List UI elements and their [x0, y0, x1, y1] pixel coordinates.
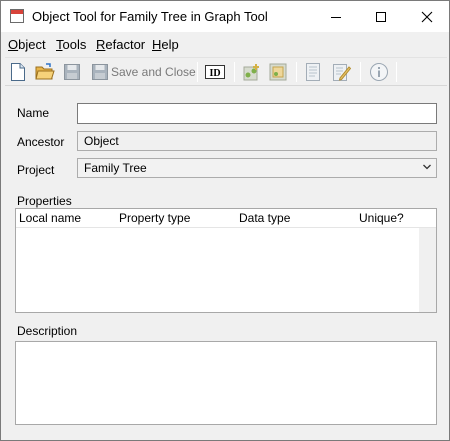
window-title: Object Tool for Family Tree in Graph Too…	[32, 9, 268, 24]
info-button[interactable]	[368, 61, 390, 83]
toolbar-separator	[296, 62, 297, 82]
new-document-icon	[11, 63, 25, 81]
menu-refactor-mnemonic: R	[96, 37, 106, 52]
id-icon: ID	[205, 65, 225, 79]
menu-tools[interactable]: Tools	[56, 37, 86, 52]
minimize-icon	[330, 16, 341, 18]
column-header-data-type[interactable]: Data type	[239, 211, 290, 225]
minimize-button[interactable]	[313, 1, 358, 32]
close-icon	[421, 11, 432, 22]
open-folder-icon	[35, 63, 55, 80]
description-label: Description	[17, 324, 78, 338]
id-icon-text: ID	[209, 68, 220, 79]
menu-object[interactable]: Object	[8, 37, 46, 52]
name-input[interactable]	[77, 103, 437, 124]
name-label: Name	[17, 106, 50, 120]
save-and-close-icon-button[interactable]	[89, 61, 111, 83]
save-icon	[64, 64, 80, 80]
title-bar[interactable]: Object Tool for Family Tree in Graph Too…	[1, 1, 449, 32]
ancestor-label: Ancestor	[17, 135, 65, 149]
menu-bar: Object Tools Refactor Help	[1, 34, 449, 54]
toolbar-separator	[234, 62, 235, 82]
maximize-icon	[375, 11, 386, 22]
menu-object-mnemonic: O	[8, 37, 19, 52]
project-select-value: Family Tree	[84, 161, 147, 175]
object-tool-window: Object Tool for Family Tree in Graph Too…	[0, 0, 450, 441]
menu-tools-rest: ools	[62, 37, 87, 52]
open-button[interactable]	[34, 61, 56, 83]
ancestor-field: Object	[77, 131, 437, 151]
column-header-unique[interactable]: Unique?	[359, 211, 404, 225]
menu-help-mnemonic: H	[152, 37, 162, 52]
properties-scrollbar[interactable]	[419, 228, 436, 312]
menu-refactor-rest: efactor	[105, 37, 146, 52]
column-header-local-name[interactable]: Local name	[19, 211, 81, 225]
project-label: Project	[17, 163, 55, 177]
description-textarea[interactable]	[15, 341, 437, 425]
edit-document-button[interactable]	[330, 61, 352, 83]
chevron-down-icon	[422, 161, 432, 176]
document-button[interactable]	[302, 61, 324, 83]
toolbar-separator	[360, 62, 361, 82]
info-icon	[370, 63, 388, 81]
toolbar-separator	[197, 62, 198, 82]
menu-help[interactable]: Help	[152, 37, 179, 52]
app-icon	[10, 9, 24, 23]
menu-object-rest: bject	[18, 37, 46, 52]
edit-document-icon	[333, 64, 351, 81]
save-and-close-button[interactable]: Save and Close	[111, 65, 196, 79]
close-button[interactable]	[404, 1, 449, 32]
new-button[interactable]	[7, 61, 29, 83]
document-icon	[306, 63, 320, 81]
properties-table[interactable]: Local name Property type Data type Uniqu…	[15, 208, 437, 313]
save-button[interactable]	[61, 61, 83, 83]
graph-add-button[interactable]	[241, 61, 263, 83]
graph-edit-icon	[269, 63, 287, 81]
column-header-property-type[interactable]: Property type	[119, 211, 190, 225]
save-and-close-icon	[92, 64, 108, 80]
maximize-button[interactable]	[358, 1, 403, 32]
menu-help-rest: elp	[161, 37, 179, 52]
menu-refactor[interactable]: Refactor	[96, 37, 145, 52]
id-button[interactable]: ID	[203, 61, 227, 83]
graph-edit-button[interactable]	[267, 61, 289, 83]
project-select[interactable]: Family Tree	[77, 158, 437, 178]
properties-label: Properties	[17, 194, 72, 208]
properties-table-header: Local name Property type Data type Uniqu…	[16, 209, 436, 228]
toolbar-separator	[396, 62, 397, 82]
toolbar: Save and Close ID	[5, 57, 447, 86]
graph-add-icon	[243, 64, 259, 81]
